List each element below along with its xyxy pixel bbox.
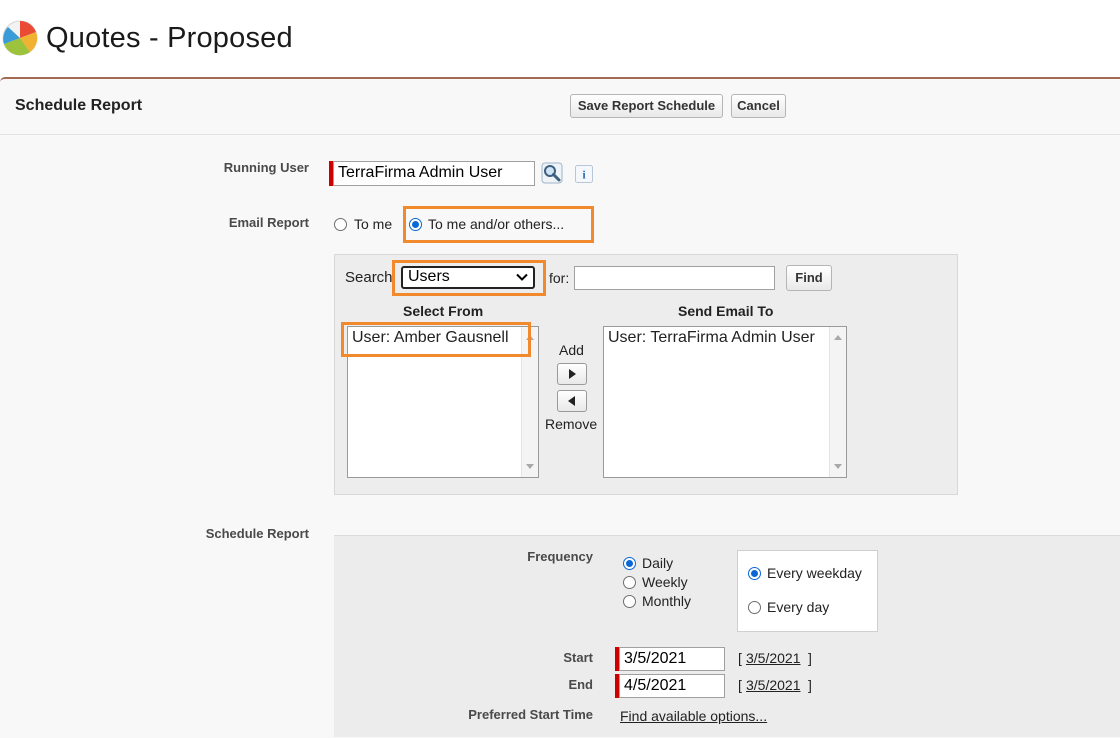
- search-label: Search: [345, 269, 393, 286]
- for-label: for:: [549, 270, 570, 286]
- info-icon[interactable]: i: [575, 165, 593, 183]
- end-bracket-close: ]: [808, 677, 812, 693]
- to-me-label: To me: [354, 216, 393, 232]
- add-button[interactable]: [557, 363, 587, 385]
- every-day-label: Every day: [767, 599, 830, 615]
- running-user-label: Running User: [223, 160, 309, 175]
- remove-button[interactable]: [557, 390, 587, 412]
- weekly-label: Weekly: [642, 574, 688, 590]
- start-label: Start: [563, 650, 593, 665]
- scroll-down-icon[interactable]: [526, 464, 534, 469]
- to-me-radio[interactable]: [334, 218, 347, 231]
- find-button[interactable]: Find: [786, 265, 832, 291]
- save-report-schedule-button[interactable]: Save Report Schedule: [570, 94, 723, 118]
- daily-label: Daily: [642, 555, 674, 571]
- send-email-to-heading: Send Email To: [678, 303, 774, 319]
- scroll-down-icon[interactable]: [834, 464, 842, 469]
- end-label: End: [568, 677, 593, 692]
- arrow-left-icon: [568, 396, 575, 406]
- monthly-radio[interactable]: [623, 595, 636, 608]
- end-today-link[interactable]: 3/5/2021: [746, 677, 801, 693]
- start-today-link[interactable]: 3/5/2021: [746, 650, 801, 666]
- search-query-input[interactable]: [574, 266, 775, 290]
- highlight-box-search-scope: [392, 260, 546, 296]
- start-date-input[interactable]: 3/5/2021: [619, 647, 725, 671]
- scrollbar[interactable]: [829, 327, 846, 477]
- end-bracket-open: [: [738, 677, 742, 693]
- daily-options-box: [737, 550, 878, 632]
- frequency-label: Frequency: [527, 549, 593, 564]
- end-date-input[interactable]: 4/5/2021: [619, 674, 725, 698]
- arrow-right-icon: [569, 369, 576, 379]
- weekly-radio[interactable]: [623, 576, 636, 589]
- header-divider: [0, 134, 1120, 135]
- select-from-heading: Select From: [403, 303, 484, 319]
- monthly-label: Monthly: [642, 593, 692, 609]
- find-available-options-link[interactable]: Find available options...: [620, 708, 767, 724]
- magnifier-lookup-icon[interactable]: [541, 162, 563, 184]
- remove-label: Remove: [545, 416, 598, 432]
- every-weekday-radio[interactable]: [748, 567, 761, 580]
- highlight-box-select-from-item: [341, 322, 531, 357]
- preferred-start-time-label: Preferred Start Time: [468, 707, 593, 722]
- page-title: Quotes - Proposed: [46, 22, 293, 54]
- report-chart-icon: [2, 20, 38, 56]
- running-user-input[interactable]: TerraFirma Admin User: [333, 161, 535, 186]
- cancel-button[interactable]: Cancel: [731, 94, 786, 118]
- panel-title: Schedule Report: [15, 97, 143, 114]
- list-item[interactable]: User: TerraFirma Admin User: [608, 329, 815, 347]
- start-bracket-open: [: [738, 650, 742, 666]
- schedule-report-label: Schedule Report: [205, 526, 309, 541]
- add-label: Add: [559, 342, 584, 358]
- email-report-label: Email Report: [228, 215, 309, 230]
- highlight-box-email-option: [403, 206, 594, 243]
- scroll-up-icon[interactable]: [834, 335, 842, 340]
- every-day-radio[interactable]: [748, 601, 761, 614]
- every-weekday-label: Every weekday: [767, 565, 862, 581]
- start-bracket-close: ]: [808, 650, 812, 666]
- daily-radio[interactable]: [623, 557, 636, 570]
- send-email-to-listbox[interactable]: User: TerraFirma Admin User: [603, 326, 847, 478]
